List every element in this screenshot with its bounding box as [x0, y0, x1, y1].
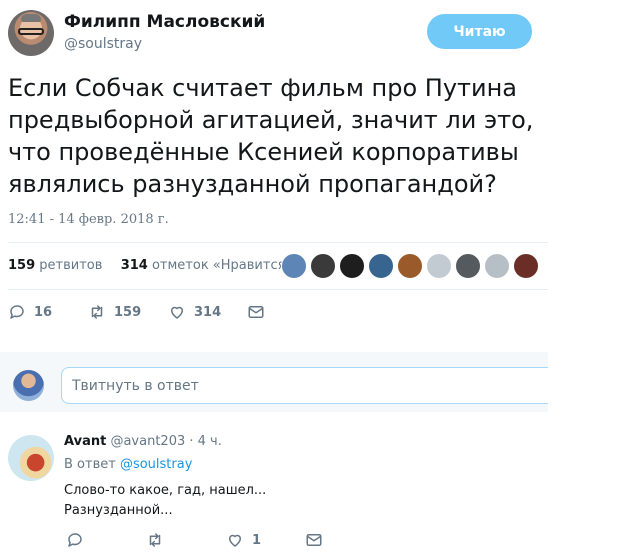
- liker-avatar[interactable]: [397, 253, 423, 279]
- tweet-timestamp[interactable]: 12:41 - 14 февр. 2018 г.: [8, 212, 169, 227]
- reply-retweet-action[interactable]: [146, 531, 164, 549]
- reply-icon: [68, 533, 82, 547]
- reply-count: 16: [34, 304, 53, 320]
- retweets-count[interactable]: 159: [8, 258, 35, 273]
- message-action[interactable]: [247, 303, 265, 321]
- envelope-icon: [306, 534, 322, 546]
- retweet-action[interactable]: 159: [88, 303, 141, 321]
- envelope-icon: [248, 306, 264, 318]
- retweet-count: 159: [114, 304, 142, 320]
- reply-author-avatar[interactable]: [8, 435, 54, 481]
- reply-like-action[interactable]: 1: [226, 531, 261, 549]
- reply-author-name[interactable]: Avant: [64, 434, 106, 449]
- current-user-avatar: [13, 370, 44, 401]
- reply-text-line: Разнузданной...: [64, 503, 173, 518]
- divider: [8, 242, 548, 243]
- retweet-icon: [149, 533, 161, 547]
- author-name[interactable]: Филипп Масловский: [64, 12, 265, 32]
- tweet-stats: 159 ретвитов 314 отметок «Нравится»: [8, 258, 293, 273]
- liker-avatar[interactable]: [339, 253, 365, 279]
- liker-avatar[interactable]: [281, 253, 307, 279]
- heart-icon: [171, 306, 183, 319]
- reply-header: Avant @avant203 · 4 ч.: [64, 434, 222, 449]
- reply-to-line: В ответ @soulstray: [64, 457, 192, 472]
- like-action[interactable]: 314: [168, 303, 221, 321]
- reply-reply-action[interactable]: [66, 531, 84, 549]
- follow-button[interactable]: Читаю: [427, 14, 532, 49]
- liker-avatar[interactable]: [368, 253, 394, 279]
- reply-action[interactable]: 16: [8, 303, 52, 321]
- likes-label[interactable]: отметок «Нравится»: [152, 258, 293, 273]
- reply-text-line: Слово-то какое, гад, нашел...: [64, 483, 267, 498]
- reply-input[interactable]: [61, 367, 548, 404]
- reply-time[interactable]: · 4 ч.: [189, 434, 221, 449]
- reply-to-prefix: В ответ: [64, 457, 116, 472]
- reply-message-action[interactable]: [305, 531, 323, 549]
- like-count: 314: [194, 304, 222, 320]
- retweets-label[interactable]: ретвитов: [39, 258, 102, 273]
- reply-to-handle-link[interactable]: @soulstray: [120, 457, 192, 472]
- reply-like-count: 1: [252, 532, 262, 548]
- liker-avatar[interactable]: [513, 253, 539, 279]
- liker-avatar[interactable]: [484, 253, 510, 279]
- reply-author-handle[interactable]: @avant203: [110, 434, 185, 449]
- liker-avatar[interactable]: [426, 253, 452, 279]
- liker-avatar[interactable]: [310, 253, 336, 279]
- reply-text: Слово-то какое, гад, нашел... Разнузданн…: [64, 481, 266, 521]
- author-avatar[interactable]: [8, 10, 54, 56]
- liker-avatar[interactable]: [455, 253, 481, 279]
- reply-icon: [10, 305, 24, 319]
- likes-count[interactable]: 314: [121, 258, 148, 273]
- divider: [8, 289, 548, 290]
- heart-icon: [229, 534, 241, 547]
- author-handle[interactable]: @soulstray: [64, 36, 142, 52]
- tweet-text: Если Собчак считает фильм про Путина пре…: [8, 74, 534, 198]
- retweet-icon: [91, 305, 103, 319]
